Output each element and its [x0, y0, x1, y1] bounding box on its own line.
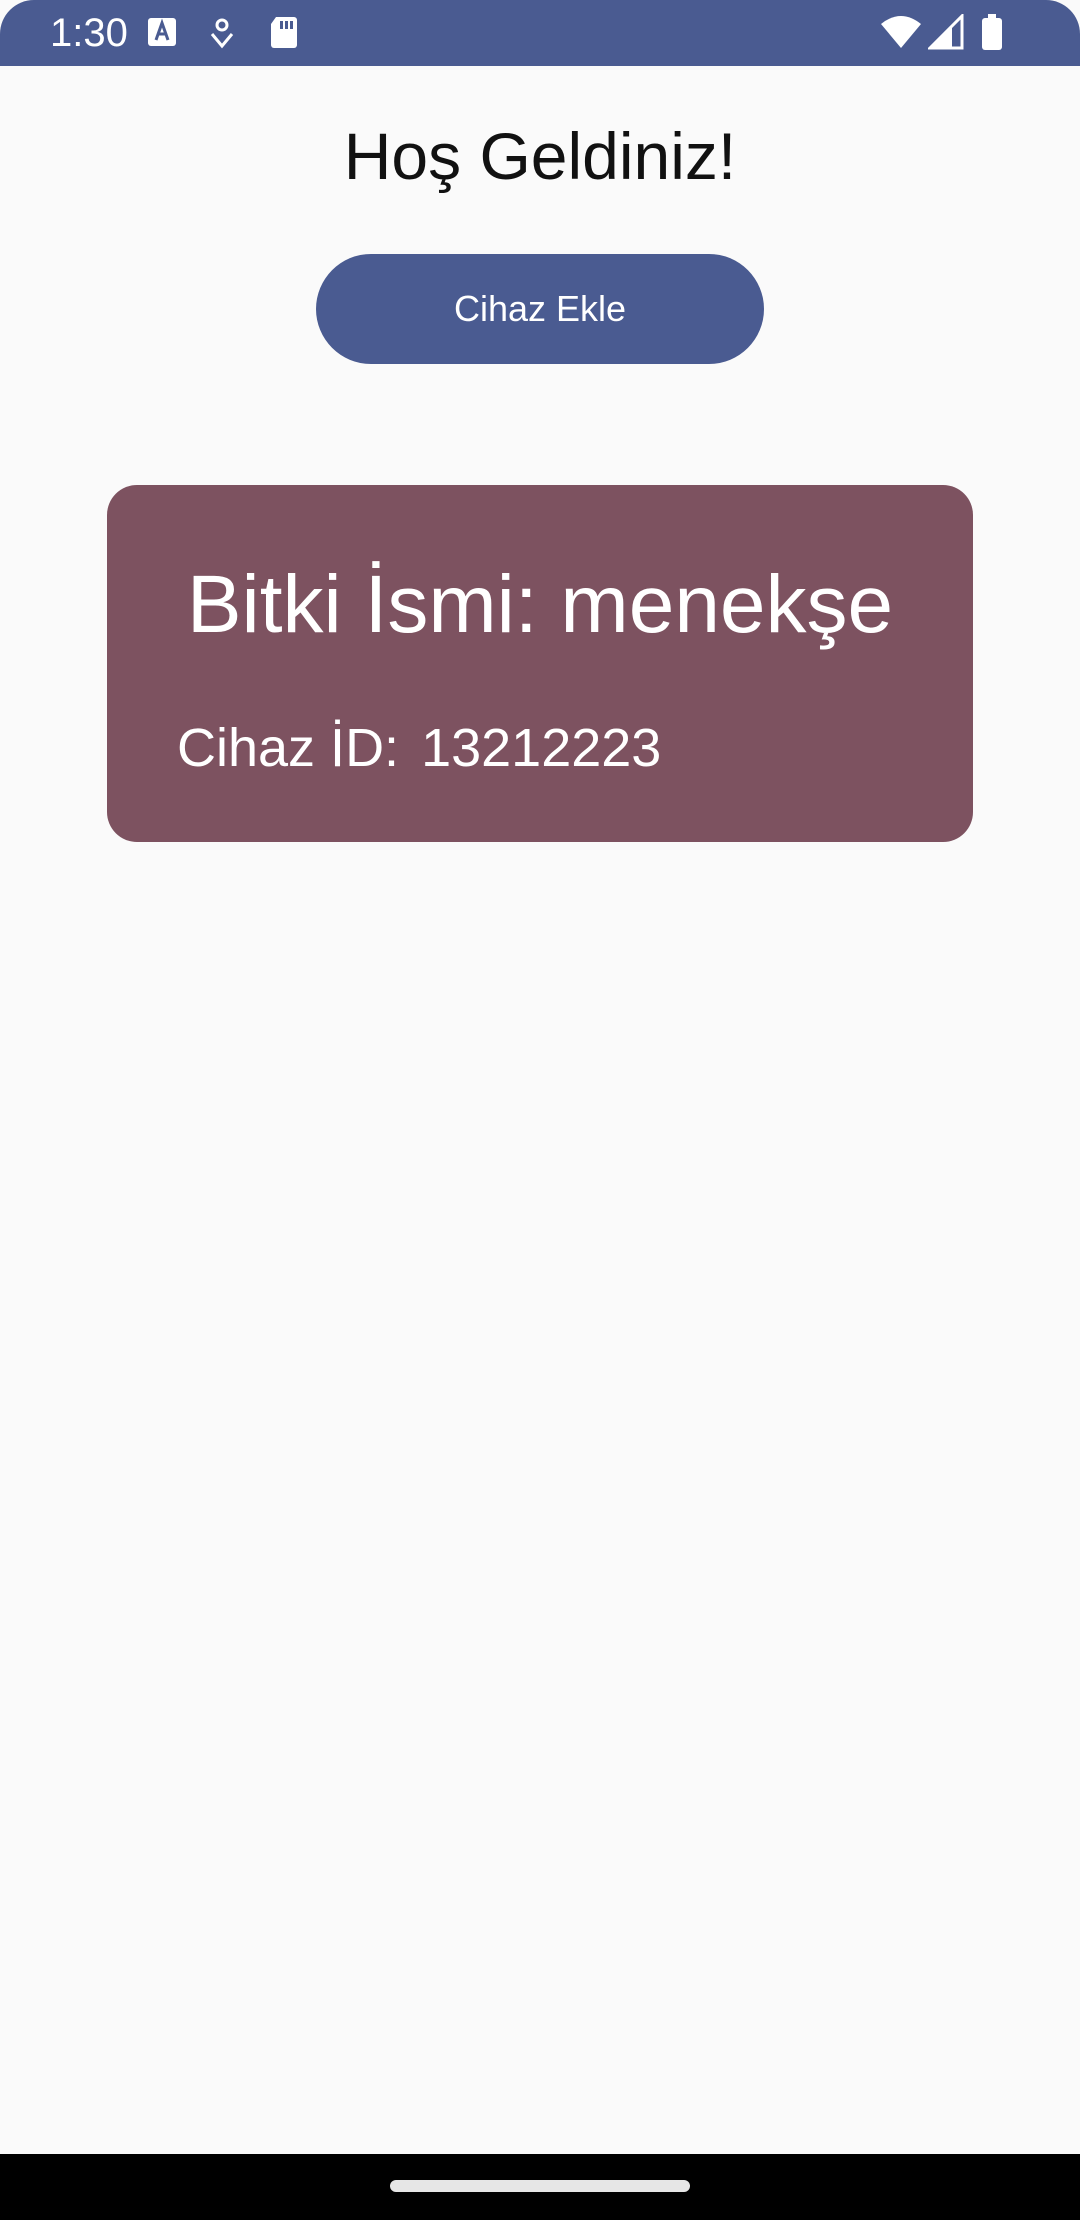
navigation-bar — [0, 2154, 1080, 2220]
home-indicator[interactable] — [390, 2180, 690, 2192]
device-id-value: 13212223 — [421, 718, 662, 778]
battery-icon — [980, 14, 1004, 50]
signal-icon — [928, 14, 964, 50]
plant-name-text: Bitki İsmi: menekşe — [186, 559, 894, 650]
device-card[interactable]: Bitki İsmi: menekşe Cihaz İD: 13212223 — [107, 485, 973, 842]
device-id-row: Cihaz İD: 13212223 — [177, 713, 661, 783]
status-time: 1:30 — [50, 11, 128, 55]
wifi-icon — [880, 14, 922, 50]
keyboard-a-icon — [144, 14, 180, 50]
device-id-label: Cihaz İD: — [177, 718, 400, 778]
location-pin-icon — [204, 14, 240, 50]
status-bar: 1:30 — [0, 0, 1080, 66]
sd-card-icon — [266, 14, 302, 50]
add-device-button[interactable]: Cihaz Ekle — [316, 254, 764, 364]
page-title: Hoş Geldiniz! — [343, 119, 737, 193]
